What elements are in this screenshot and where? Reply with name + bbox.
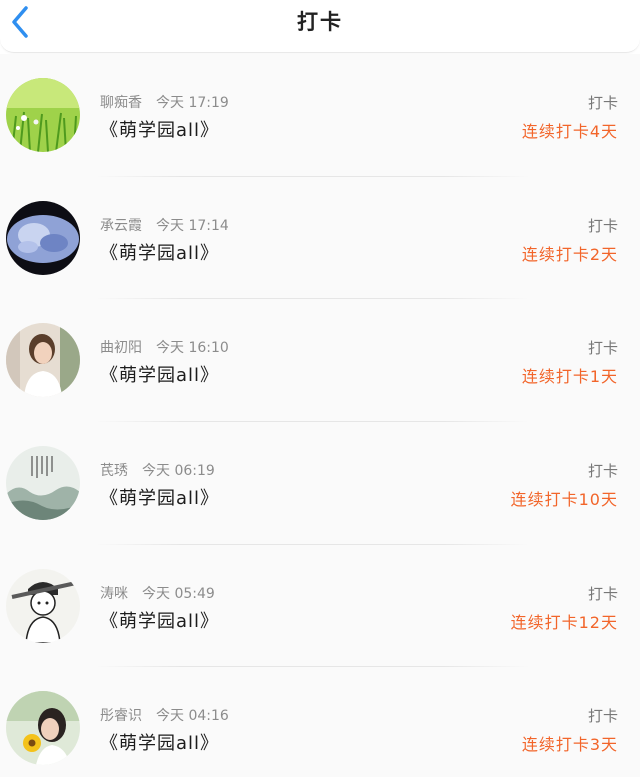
item-meta: 聊痴香 今天 17:19 (100, 92, 229, 112)
timestamp: 今天 05:49 (142, 585, 215, 602)
timestamp: 今天 16:10 (156, 340, 229, 357)
item-meta: 芪琇 今天 06:19 (100, 460, 215, 480)
timestamp: 今天 04:16 (156, 708, 229, 725)
checkin-button[interactable]: 打卡 (588, 583, 618, 604)
streak-label: 连续打卡10天 (510, 490, 618, 510)
item-meta: 承云霞 今天 17:14 (100, 215, 229, 235)
user-name: 芪琇 (100, 463, 128, 480)
list-item[interactable]: 芪琇 今天 06:19 《萌学园all》 打卡 连续打卡10天 (0, 422, 640, 545)
item-meta: 曲初阳 今天 16:10 (100, 337, 229, 357)
timestamp: 今天 06:19 (142, 463, 215, 480)
checkin-button[interactable]: 打卡 (588, 92, 618, 113)
book-title: 《萌学园all》 (100, 733, 220, 755)
streak-label: 连续打卡2天 (521, 244, 618, 264)
book-title: 《萌学园all》 (100, 365, 220, 387)
page-title: 打卡 (297, 10, 343, 34)
book-title: 《萌学园all》 (100, 488, 220, 510)
user-name: 彤睿识 (100, 708, 142, 725)
list-item[interactable]: 彤睿识 今天 04:16 《萌学园all》 打卡 连续打卡3天 (0, 667, 640, 777)
avatar[interactable] (6, 200, 80, 275)
checkin-button[interactable]: 打卡 (588, 337, 618, 358)
list-item[interactable]: 涛咪 今天 05:49 《萌学园all》 打卡 连续打卡12天 (0, 544, 640, 668)
timestamp: 今天 17:14 (156, 217, 229, 234)
user-name: 聊痴香 (100, 95, 142, 111)
streak-label: 连续打卡1天 (521, 367, 618, 387)
user-name: 承云霞 (100, 217, 142, 234)
list-item[interactable]: 聊痴香 今天 17:19 《萌学园all》 打卡 连续打卡4天 (0, 54, 640, 177)
checkin-button[interactable]: 打卡 (588, 460, 618, 481)
book-title: 《萌学园all》 (100, 242, 220, 264)
list-item[interactable]: 曲初阳 今天 16:10 《萌学园all》 打卡 连续打卡1天 (0, 299, 640, 423)
checkin-list: 聊痴香 今天 17:19 《萌学园all》 打卡 连续打卡4天 承云霞 今天 17:… (0, 54, 640, 777)
book-title: 《萌学园all》 (100, 120, 220, 141)
checkin-button[interactable]: 打卡 (588, 215, 618, 236)
streak-label: 连续打卡12天 (510, 612, 618, 632)
item-meta: 涛咪 今天 05:49 (100, 583, 215, 603)
avatar[interactable] (6, 568, 80, 643)
book-title: 《萌学园all》 (100, 610, 220, 632)
avatar[interactable] (6, 446, 80, 521)
avatar[interactable] (6, 78, 80, 152)
avatar[interactable] (6, 691, 80, 766)
item-meta: 彤睿识 今天 04:16 (100, 705, 229, 725)
user-name: 涛咪 (100, 585, 128, 602)
top-bar: 打卡 (0, 0, 640, 53)
list-item[interactable]: 承云霞 今天 17:14 《萌学园all》 打卡 连续打卡2天 (0, 176, 640, 300)
streak-label: 连续打卡4天 (521, 122, 618, 141)
timestamp: 今天 17:19 (156, 95, 229, 111)
checkin-button[interactable]: 打卡 (588, 705, 618, 726)
user-name: 曲初阳 (100, 340, 142, 357)
avatar[interactable] (6, 323, 80, 398)
streak-label: 连续打卡3天 (521, 735, 618, 755)
